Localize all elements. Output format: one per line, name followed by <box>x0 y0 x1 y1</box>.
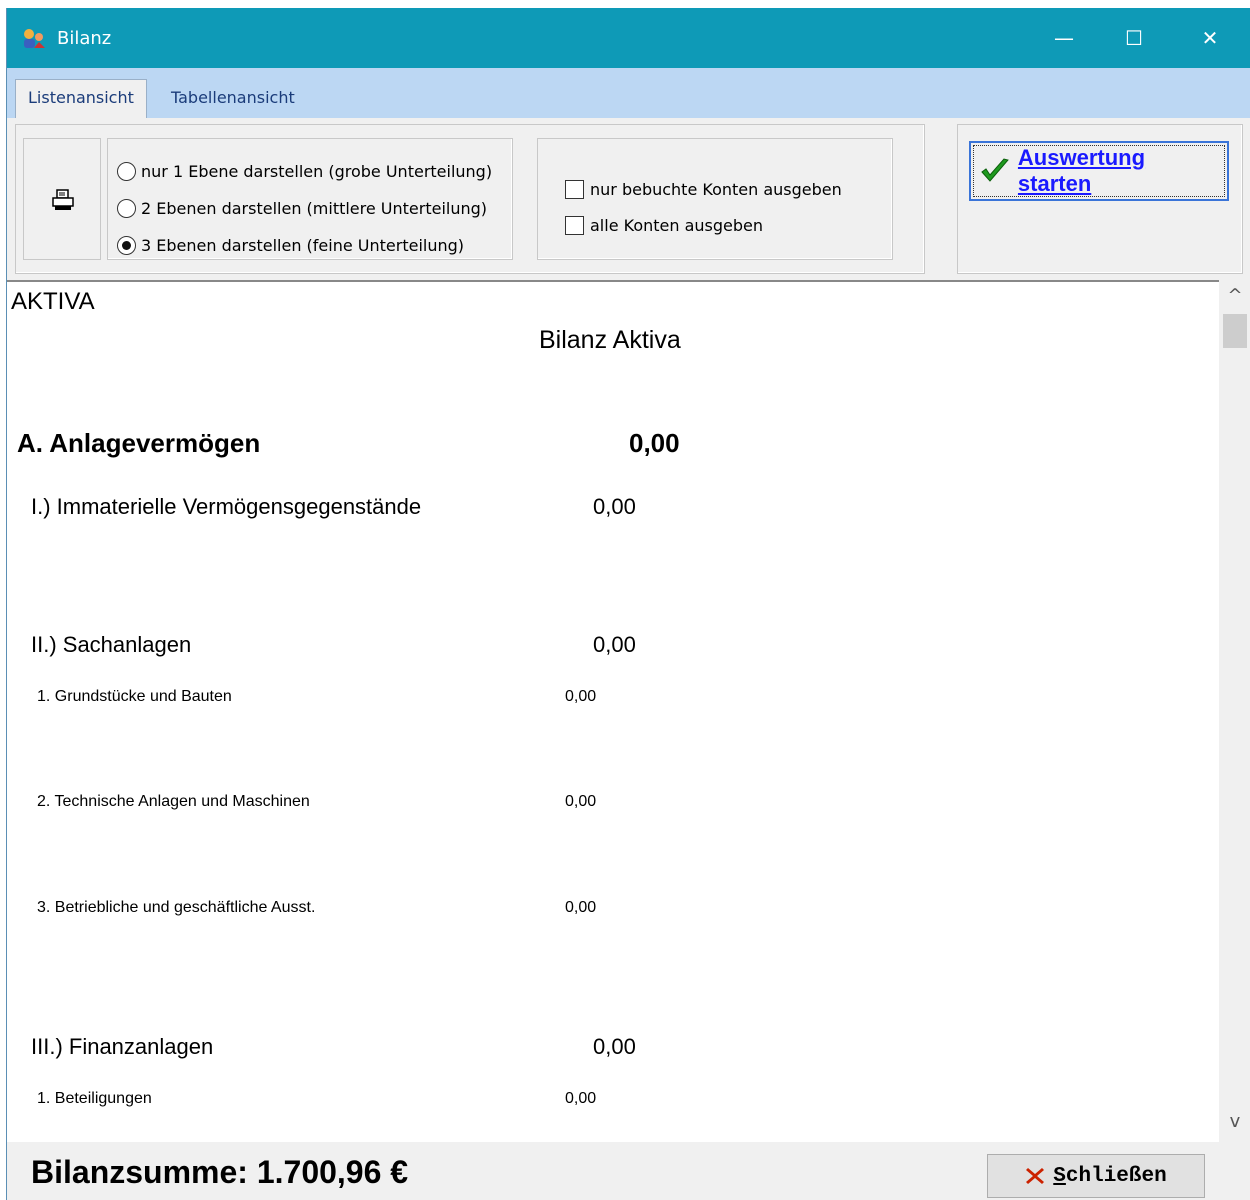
booked-accounts-label: nur bebuchte Konten ausgeben <box>590 180 842 199</box>
scroll-down-arrow[interactable]: v <box>1219 1108 1250 1136</box>
level-3-option[interactable]: 3 Ebenen darstellen (feine Unterteilung) <box>117 236 464 255</box>
balance-total: Bilanzsumme: 1.700,96 € <box>31 1154 409 1190</box>
vertical-scrollbar[interactable]: ^ v <box>1219 280 1250 1142</box>
booked-accounts-checkbox[interactable] <box>565 180 584 199</box>
start-evaluation-button[interactable]: Auswertung starten <box>969 141 1229 201</box>
section-title: AKTIVA <box>11 288 95 315</box>
scroll-up-arrow[interactable]: ^ <box>1219 282 1250 310</box>
report-view[interactable]: AKTIVA Bilanz Aktiva A. Anlagevermögen 0… <box>7 280 1219 1142</box>
minimize-button[interactable]: — <box>1041 20 1087 56</box>
group-anlagevermoegen-value: 0,00 <box>629 428 680 458</box>
technische-anlagen-label: 2. Technische Anlagen und Maschinen <box>37 793 310 810</box>
booked-accounts-option[interactable]: nur bebuchte Konten ausgeben <box>565 180 842 199</box>
red-x-icon <box>1026 1168 1045 1184</box>
finanzanlagen-value: 0,00 <box>593 1034 636 1059</box>
title-bar[interactable]: Bilanz — ☐ ✕ <box>7 8 1250 68</box>
printer-icon <box>52 189 74 210</box>
level-2-label: 2 Ebenen darstellen (mittlere Unterteilu… <box>141 199 488 218</box>
betriebliche-ausst-label: 3. Betriebliche und geschäftliche Ausst. <box>37 899 316 916</box>
window-title: Bilanz <box>57 28 112 49</box>
start-evaluation-label: Auswertung starten <box>1017 145 1146 196</box>
level-1-label: nur 1 Ebene darstellen (grobe Unterteilu… <box>141 162 493 181</box>
grundstuecke-value: 0,00 <box>565 688 597 705</box>
beteiligungen-value: 0,00 <box>565 1090 597 1107</box>
bilanz-window: Bilanz — ☐ ✕ Listenansicht Tabellenansic… <box>6 8 1250 1200</box>
all-accounts-option[interactable]: alle Konten ausgeben <box>565 216 763 235</box>
level-2-option[interactable]: 2 Ebenen darstellen (mittlere Unterteilu… <box>117 199 487 218</box>
close-button-mnemonic: S <box>1053 1164 1066 1188</box>
account-options-group <box>537 138 893 260</box>
sachanlagen-value: 0,00 <box>593 632 636 657</box>
beteiligungen-label: 1. Beteiligungen <box>37 1090 152 1107</box>
immaterielle-label: I.) Immaterielle Vermögensgegenstände <box>31 494 422 519</box>
footer-bar: Bilanzsumme: 1.700,96 € Schließen <box>7 1142 1250 1200</box>
tab-tabellenansicht[interactable]: Tabellenansicht <box>159 80 307 118</box>
close-window-button[interactable]: ✕ <box>1187 20 1233 56</box>
maximize-button[interactable]: ☐ <box>1111 20 1157 56</box>
immaterielle-value: 0,00 <box>593 494 636 519</box>
level-3-label: 3 Ebenen darstellen (feine Unterteilung) <box>141 236 465 255</box>
close-button-label: Schließen <box>1053 1165 1166 1188</box>
tab-listenansicht[interactable]: Listenansicht <box>15 79 147 119</box>
finanzanlagen-label: III.) Finanzanlagen <box>31 1034 214 1059</box>
report-heading: Bilanz Aktiva <box>539 326 681 354</box>
all-accounts-checkbox[interactable] <box>565 216 584 235</box>
app-icon <box>24 29 45 48</box>
print-button[interactable] <box>23 138 101 260</box>
level-1-option[interactable]: nur 1 Ebene darstellen (grobe Unterteilu… <box>117 162 492 181</box>
close-button[interactable]: Schließen <box>987 1154 1205 1198</box>
tab-bar: Listenansicht Tabellenansicht <box>7 68 1250 119</box>
level-1-radio[interactable] <box>117 162 136 181</box>
checkmark-icon <box>981 158 1009 182</box>
technische-anlagen-value: 0,00 <box>565 793 597 810</box>
grundstuecke-label: 1. Grundstücke und Bauten <box>37 688 232 705</box>
level-3-radio[interactable] <box>117 236 136 255</box>
scroll-thumb[interactable] <box>1223 314 1247 348</box>
all-accounts-label: alle Konten ausgeben <box>590 216 764 235</box>
level-2-radio[interactable] <box>117 199 136 218</box>
close-button-label-rest: chließen <box>1065 1164 1167 1188</box>
sachanlagen-label: II.) Sachanlagen <box>31 632 192 657</box>
betriebliche-ausst-value: 0,00 <box>565 899 597 916</box>
group-anlagevermoegen-label: A. Anlagevermögen <box>17 428 261 458</box>
